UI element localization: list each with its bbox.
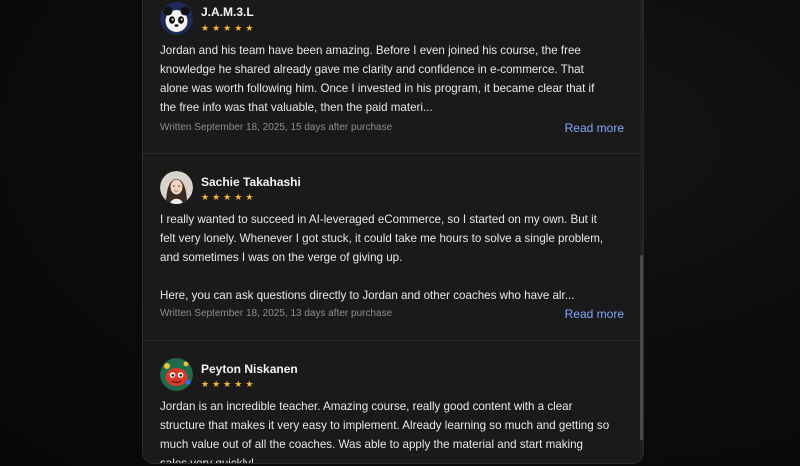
- star-icon: ★: [212, 192, 222, 202]
- star-icon: ★: [245, 23, 255, 33]
- review-text: I really wanted to succeed in AI-leverag…: [160, 213, 604, 302]
- review-card: J.A.M.3.L ★ ★ ★ ★ ★ Jordan and his team have…: [143, 0, 640, 154]
- cartoon-avatar-icon: [160, 358, 193, 391]
- star-rating: ★ ★ ★ ★ ★: [201, 23, 254, 34]
- reviewer-name: J.A.M.3.L: [201, 5, 254, 19]
- star-icon: ★: [212, 379, 222, 389]
- review-text: Jordan and his team have been amazing. B…: [160, 44, 595, 114]
- star-icon: ★: [245, 379, 255, 389]
- star-rating: ★ ★ ★ ★ ★: [201, 379, 254, 390]
- person-photo-avatar-icon: [160, 171, 193, 204]
- reviewer-name: Peyton Niskanen: [201, 362, 298, 376]
- panda-avatar-icon: [160, 2, 193, 35]
- reviews-panel: J.A.M.3.L ★ ★ ★ ★ ★ Jordan and his team have…: [142, 0, 644, 464]
- star-icon: ★: [201, 192, 211, 202]
- star-icon: ★: [212, 23, 222, 33]
- star-icon: ★: [234, 23, 244, 33]
- read-more-link[interactable]: Read more: [565, 307, 624, 321]
- star-icon: ★: [223, 23, 233, 33]
- review-meta: Written September 18, 2025, 13 days afte…: [160, 308, 393, 319]
- review-meta: Written September 18, 2025, 15 days afte…: [160, 122, 393, 133]
- star-icon: ★: [201, 23, 211, 33]
- star-icon: ★: [234, 192, 244, 202]
- read-more-link[interactable]: Read more: [565, 121, 624, 135]
- star-icon: ★: [245, 192, 255, 202]
- review-text: Jordan is an incredible teacher. Amazing…: [160, 400, 610, 464]
- star-icon: ★: [201, 379, 211, 389]
- review-card: Peyton Niskanen ★ ★ ★ ★ ★ Jordan is an incre…: [143, 341, 640, 464]
- star-rating: ★ ★ ★ ★ ★: [201, 192, 254, 203]
- star-icon: ★: [234, 379, 244, 389]
- review-card: Sachie Takahashi ★ ★ ★ ★ ★ I really wanted t…: [143, 154, 640, 341]
- star-icon: ★: [223, 379, 233, 389]
- scrollbar-thumb[interactable]: [640, 255, 643, 440]
- star-icon: ★: [223, 192, 233, 202]
- reviewer-name: Sachie Takahashi: [201, 175, 301, 189]
